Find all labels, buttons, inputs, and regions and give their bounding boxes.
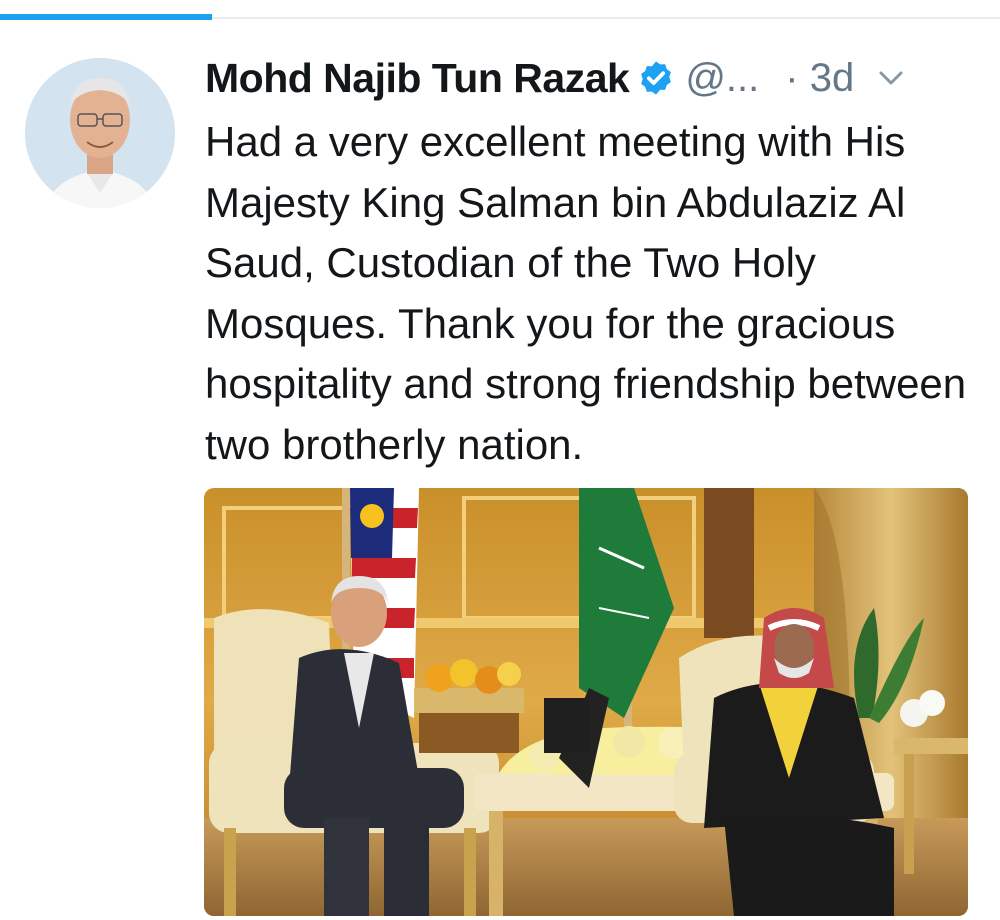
timestamp[interactable]: · 3d [785,56,854,101]
verified-badge-icon [641,61,672,95]
avatar-photo [25,58,175,208]
handle[interactable]: @... [685,56,759,101]
display-name[interactable]: Mohd Najib Tun Razak [205,55,630,102]
avatar[interactable] [25,58,175,208]
tweet-header: Mohd Najib Tun Razak @... · 3d [205,54,970,102]
meeting-photo [204,488,968,916]
active-tab-indicator [0,14,212,20]
tweet-media-photo[interactable] [204,488,968,916]
chevron-down-icon[interactable] [876,68,906,88]
tweet-text: Had a very excellent meeting with His Ma… [205,118,967,468]
